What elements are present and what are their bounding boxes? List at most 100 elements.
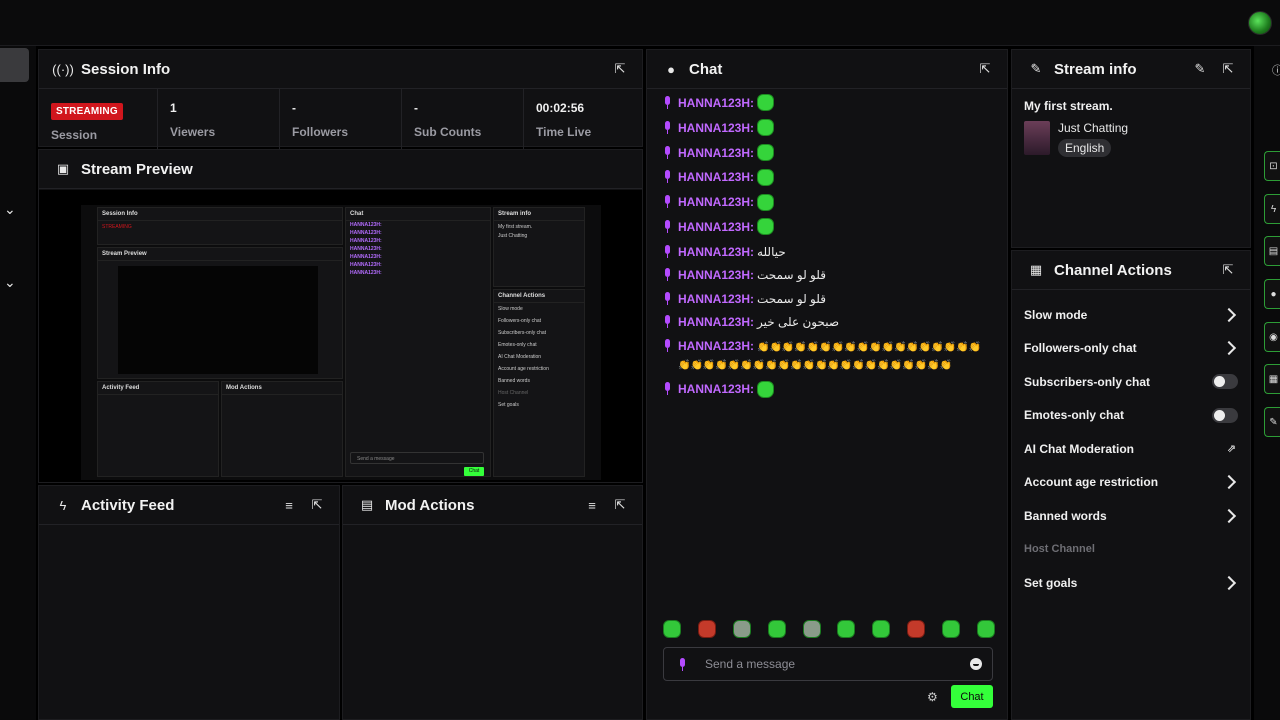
emote-button[interactable] <box>872 620 891 638</box>
emote-button[interactable] <box>907 620 926 638</box>
rail-tool-button[interactable]: ▦ <box>1264 364 1280 394</box>
mic-icon <box>663 220 672 234</box>
rail-tool-button[interactable]: ● <box>1264 279 1280 309</box>
mini-session-info: Session Info STREAMING <box>97 207 343 245</box>
panel-title: Stream Preview <box>81 160 193 178</box>
emote-button[interactable] <box>942 620 960 638</box>
chevron-right-icon[interactable] <box>1221 508 1237 523</box>
stream-info-header: ✎ Stream info ✎ ⇱ <box>1012 50 1250 89</box>
emote-button[interactable] <box>697 620 716 638</box>
channel-action-item[interactable]: Followers-only chat <box>1024 332 1238 366</box>
chat-message[interactable]: HANNA123H: <box>663 94 991 112</box>
emote-button[interactable] <box>976 620 995 638</box>
chevron-down-icon[interactable]: ⌄ <box>4 202 18 216</box>
channel-action-item[interactable]: Emotes-only chat <box>1024 399 1238 433</box>
session-stats: STREAMING Session 1 Viewers - Followers … <box>39 89 642 149</box>
chevron-right-icon[interactable] <box>1221 307 1237 322</box>
chat-input[interactable] <box>705 657 970 671</box>
info-icon[interactable]: ⓘ <box>1272 62 1280 78</box>
chat-username[interactable]: HANNA123H: <box>678 315 754 329</box>
chat-message[interactable]: HANNA123H: <box>663 168 991 186</box>
gear-icon[interactable]: ⚙ <box>927 690 938 704</box>
chat-message[interactable]: HANNA123H: <box>663 193 991 211</box>
channel-action-item[interactable]: Set goals <box>1024 566 1238 600</box>
stream-preview-header: ▣ Stream Preview <box>39 150 642 189</box>
chat-message-list[interactable]: HANNA123H: HANNA123H: HANNA123H: HANNA123H:… <box>647 89 1007 412</box>
preview-dashboard-thumbnail: Session Info STREAMING Stream Preview Ac… <box>81 205 601 480</box>
mini-chat-user: HANNA123H: <box>350 262 382 268</box>
emote-button[interactable] <box>663 620 681 638</box>
external-link-icon[interactable]: ⇗ <box>1227 442 1236 455</box>
channel-actions-list: Slow mode Followers-only chat Subscribers-… <box>1012 290 1250 608</box>
chat-username[interactable]: HANNA123H: <box>678 96 754 110</box>
emote-button[interactable] <box>767 620 786 638</box>
channel-action-item[interactable]: AI Chat Moderation ⇗ <box>1024 432 1238 466</box>
chevron-right-icon[interactable] <box>1221 475 1237 490</box>
chat-message[interactable]: HANNA123H: <box>663 218 991 236</box>
chat-username[interactable]: HANNA123H: <box>678 146 754 160</box>
channel-action-item[interactable]: Banned words <box>1024 499 1238 533</box>
rail-tool-button[interactable]: ϟ <box>1264 194 1280 224</box>
channel-action-label: Emotes-only chat <box>1024 408 1125 423</box>
chat-username[interactable]: HANNA123H: <box>678 195 754 209</box>
chat-panel: ● Chat ⇱ HANNA123H: HANNA123H: HANNA123H: H… <box>646 49 1008 720</box>
panel-title: Mod Actions <box>385 496 475 514</box>
chevron-right-icon[interactable] <box>1221 575 1237 590</box>
popout-icon[interactable]: ⇱ <box>307 495 327 515</box>
chat-username[interactable]: HANNA123H: <box>678 245 754 259</box>
popout-icon[interactable]: ⇱ <box>610 495 630 515</box>
chat-username[interactable]: HANNA123H: <box>678 268 754 282</box>
chat-message[interactable]: HANNA123H: حيالله <box>663 244 991 260</box>
left-rail-selected-item[interactable] <box>0 48 29 82</box>
chat-username[interactable]: HANNA123H: <box>678 121 754 135</box>
toggle-switch[interactable] <box>1212 374 1238 390</box>
edit-icon[interactable]: ✎ <box>1190 59 1210 79</box>
category-row: Just Chatting English <box>1024 121 1238 157</box>
chat-username[interactable]: HANNA123H: <box>678 292 754 306</box>
emoji-picker-icon[interactable] <box>970 658 982 670</box>
mod-actions-panel: ▤ Mod Actions ≡ ⇱ <box>342 485 643 720</box>
filter-icon[interactable]: ≡ <box>582 495 602 515</box>
user-avatar[interactable] <box>1248 11 1272 35</box>
chevron-down-icon[interactable]: ⌄ <box>4 275 18 289</box>
emote-button[interactable] <box>802 620 821 638</box>
popout-icon[interactable]: ⇱ <box>610 59 630 79</box>
chevron-right-icon[interactable] <box>1221 341 1237 356</box>
toggle-switch[interactable] <box>1212 407 1238 423</box>
rail-tool-button[interactable]: ✎ <box>1264 407 1280 437</box>
channel-action-item[interactable]: Slow mode <box>1024 298 1238 332</box>
rail-tool-button[interactable]: ⊡ <box>1264 151 1280 181</box>
emote-button[interactable] <box>732 620 751 638</box>
stat-label: Time Live <box>536 125 592 139</box>
chat-username[interactable]: HANNA123H: <box>678 220 754 234</box>
popout-icon[interactable]: ⇱ <box>1218 59 1238 79</box>
mini-action: Set goals <box>498 402 519 408</box>
chat-username[interactable]: HANNA123H: <box>678 382 754 396</box>
channel-action-item[interactable]: Account age restriction <box>1024 466 1238 500</box>
chat-message[interactable]: HANNA123H: قلو لو سمحت <box>663 291 991 307</box>
channel-action-label: Slow mode <box>1024 307 1088 322</box>
popout-icon[interactable]: ⇱ <box>1218 260 1238 280</box>
popout-icon[interactable]: ⇱ <box>975 59 995 79</box>
stream-preview-video[interactable]: Session Info STREAMING Stream Preview Ac… <box>39 190 642 482</box>
mini-action: Followers-only chat <box>498 318 542 324</box>
send-chat-button[interactable]: Chat <box>951 685 993 708</box>
chat-username[interactable]: HANNA123H: <box>678 170 754 184</box>
chat-message[interactable]: HANNA123H: <box>663 143 991 162</box>
broadcast-icon: ((·)) <box>52 61 74 77</box>
chat-message[interactable]: HANNA123H: قلو لو سمحت <box>663 267 991 283</box>
mini-title: Mod Actions <box>222 382 342 395</box>
chat-message[interactable]: HANNA123H: <box>663 380 991 398</box>
chat-message[interactable]: HANNA123H: <box>663 119 991 137</box>
chat-message[interactable]: HANNA123H: 👏👏👏👏👏👏👏👏👏👏👏👏👏👏👏👏👏👏👏👏👏👏👏👏👏👏👏👏👏👏… <box>663 338 991 374</box>
filter-icon[interactable]: ≡ <box>279 495 299 515</box>
emote-button[interactable] <box>837 620 856 638</box>
panel-title: Session Info <box>81 60 171 78</box>
channel-action-item[interactable]: Subscribers-only chat <box>1024 365 1238 399</box>
rail-tool-button[interactable]: ◉ <box>1264 322 1280 352</box>
mini-chat-button: Chat <box>464 467 484 476</box>
rail-tool-button[interactable]: ▤ <box>1264 236 1280 266</box>
stat-viewers: 1 Viewers <box>158 89 280 149</box>
chat-username[interactable]: HANNA123H: <box>678 339 754 353</box>
chat-message[interactable]: HANNA123H: صبحون على خير <box>663 314 991 330</box>
